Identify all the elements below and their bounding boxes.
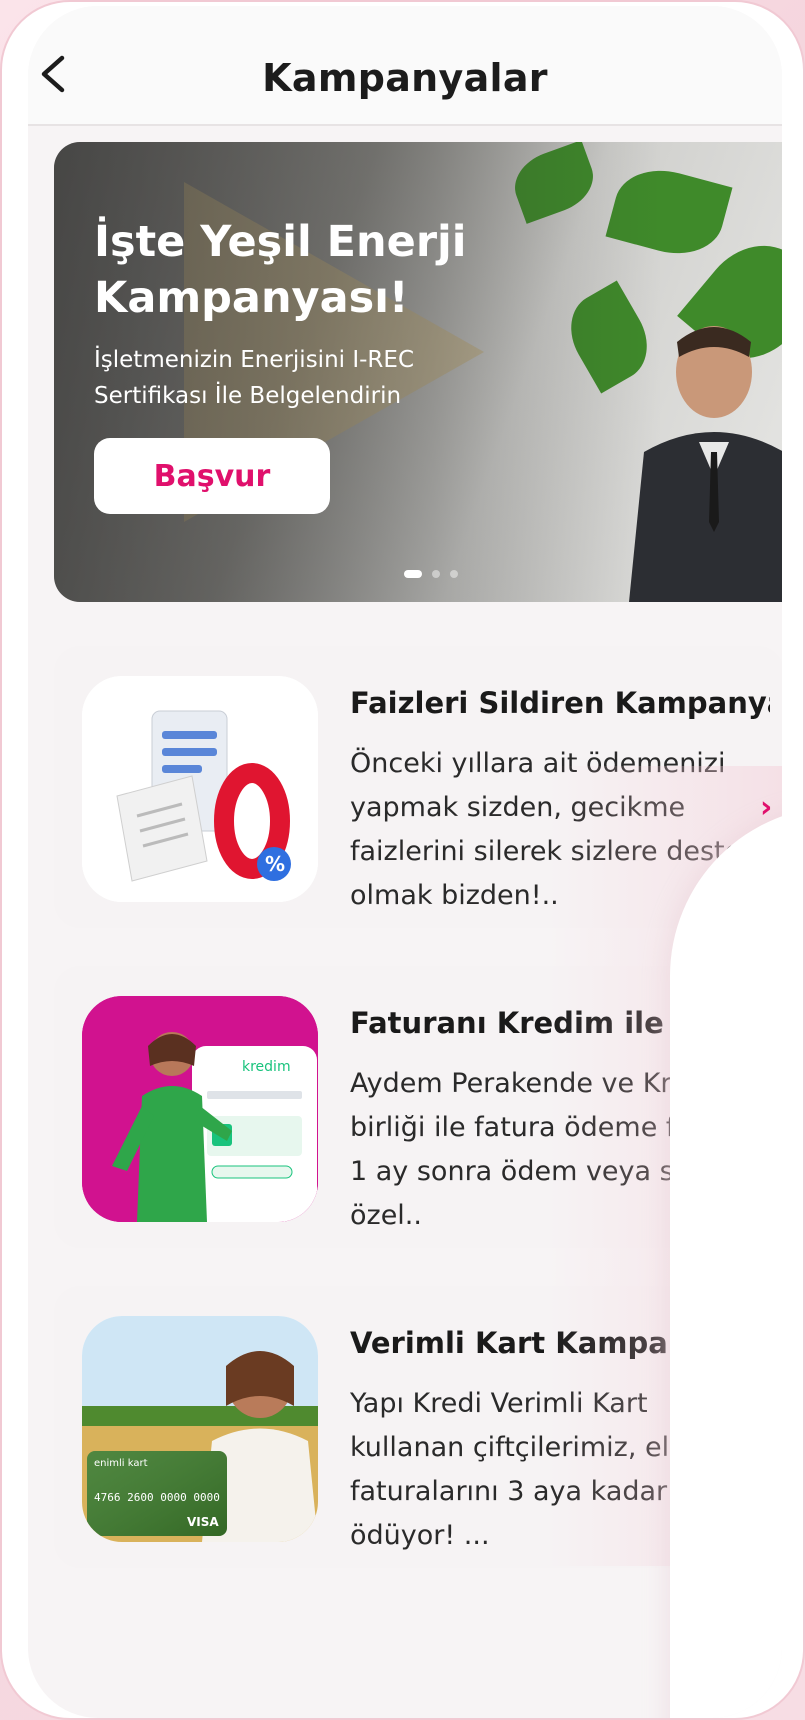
pagination-dot[interactable] (450, 570, 458, 578)
verimli-kart-thumbnail: enimli kart 4766 2600 0000 0000 VISA (82, 1316, 318, 1542)
apply-button[interactable]: Başvur (94, 438, 330, 514)
card-name-text: enimli kart (94, 1458, 148, 1469)
chevron-right-icon[interactable]: › (760, 790, 772, 825)
banner-subtitle: İşletmenizin Enerjisini I-REC Sertifikas… (94, 347, 415, 409)
card-number-text: 4766 2600 0000 0000 (94, 1491, 220, 1504)
screen: Kampanyalar İşte Yeşil Enerji Kampanyası… (28, 6, 782, 1718)
svg-text:%: % (265, 852, 285, 876)
overlay-shape (670, 806, 782, 1718)
nav-header: Kampanyalar (28, 6, 782, 126)
card-brand-text: VISA (187, 1515, 219, 1529)
page-title: Kampanyalar (262, 56, 548, 100)
campaign-banner[interactable]: İşte Yeşil Enerji Kampanyası! İşletmeniz… (54, 142, 782, 602)
pagination-dot[interactable] (432, 570, 440, 578)
receipt-icon: % (82, 676, 318, 902)
receipt-thumbnail: % (82, 676, 318, 902)
kredim-thumbnail: kredim (82, 996, 318, 1222)
pagination-dot[interactable] (404, 570, 422, 578)
kredim-logo-text: kredim (242, 1059, 291, 1075)
card-title: Faizleri Sildiren Kampanya (350, 686, 770, 720)
banner-heading: İşte Yeşil Enerji Kampanyası! (94, 217, 467, 323)
kredim-image: kredim (82, 996, 318, 1222)
carousel-pagination (404, 570, 458, 578)
farm-card-image: enimli kart 4766 2600 0000 0000 VISA (82, 1316, 318, 1542)
phone-frame: Kampanyalar İşte Yeşil Enerji Kampanyası… (0, 0, 805, 1720)
